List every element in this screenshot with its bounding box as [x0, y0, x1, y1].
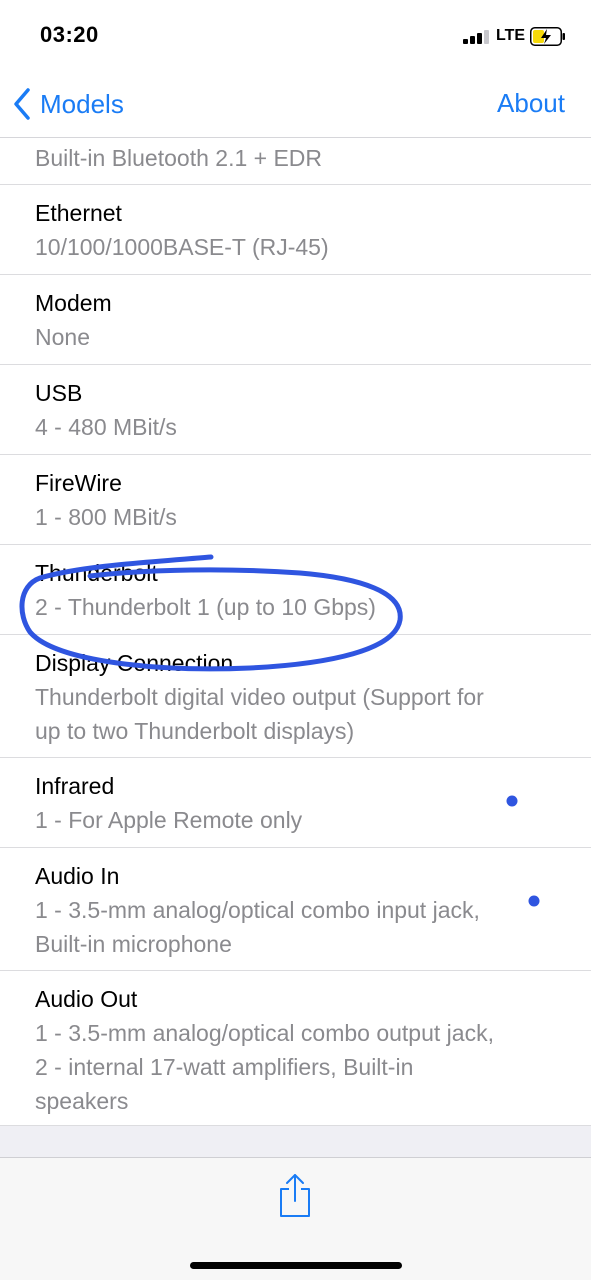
list-item-bluetooth: Built-in Bluetooth 2.1 + EDR — [0, 139, 591, 185]
spec-value: Built-in Bluetooth 2.1 + EDR — [35, 145, 323, 171]
spec-title: Display Connection — [35, 650, 234, 676]
list-item-infrared: Infrared 1 - For Apple Remote only — [0, 758, 591, 848]
list-item-firewire: FireWire 1 - 800 MBit/s — [0, 455, 591, 545]
spec-value-line: 1 - 3.5-mm analog/optical combo output j… — [35, 1020, 494, 1046]
back-button[interactable]: Models — [12, 84, 124, 124]
status-time: 03:20 — [40, 22, 99, 47]
spec-title: Audio Out — [35, 986, 138, 1012]
list-item-thunderbolt: Thunderbolt 2 - Thunderbolt 1 (up to 10 … — [0, 545, 591, 635]
spec-title: USB — [35, 380, 83, 406]
list-item-usb: USB 4 - 480 MBit/s — [0, 365, 591, 455]
status-bar: 03:20 LTE — [0, 0, 591, 74]
list-item-audio-out: Audio Out 1 - 3.5-mm analog/optical comb… — [0, 971, 591, 1128]
back-button-label: Models — [40, 88, 124, 119]
list-item-display-connection: Display Connection Thunderbolt digital v… — [0, 635, 591, 758]
spec-title: FireWire — [35, 470, 122, 496]
spec-value: 10/100/1000BASE-T (RJ-45) — [35, 234, 329, 260]
battery-charging-icon — [530, 27, 565, 46]
spec-value-line: 2 - internal 17-watt amplifiers, Built-i… — [35, 1054, 414, 1080]
signal-strength-icon — [463, 30, 493, 44]
spec-title: Infrared — [35, 773, 115, 799]
spec-list: Built-in Bluetooth 2.1 + EDR Ethernet 10… — [0, 139, 591, 1128]
spec-value: 4 - 480 MBit/s — [35, 414, 177, 440]
spec-title: Thunderbolt — [35, 560, 158, 586]
list-item-modem: Modem None — [0, 275, 591, 365]
bottom-toolbar — [0, 1157, 591, 1280]
spec-value: 2 - Thunderbolt 1 (up to 10 Gbps) — [35, 594, 376, 620]
navigation-bar: Models About — [0, 74, 591, 138]
spec-title: Ethernet — [35, 200, 122, 226]
list-item-audio-in: Audio In 1 - 3.5-mm analog/optical combo… — [0, 848, 591, 971]
spec-value: 1 - 800 MBit/s — [35, 504, 177, 530]
home-indicator — [190, 1262, 402, 1269]
spec-value-line: Built-in microphone — [35, 931, 232, 957]
spec-value-line: speakers — [35, 1088, 129, 1114]
spec-value: None — [35, 324, 90, 350]
about-button[interactable]: About — [497, 88, 565, 119]
chevron-left-icon — [14, 88, 30, 120]
share-icon[interactable] — [278, 1172, 312, 1218]
spec-value-line: 1 - 3.5-mm analog/optical combo input ja… — [35, 897, 480, 923]
spec-value-line: Thunderbolt digital video output (Suppor… — [35, 684, 484, 710]
list-item-ethernet: Ethernet 10/100/1000BASE-T (RJ-45) — [0, 185, 591, 275]
spec-value: 1 - For Apple Remote only — [35, 807, 303, 833]
spec-title: Audio In — [35, 863, 120, 889]
network-type: LTE — [496, 27, 526, 44]
list-footer — [0, 1125, 591, 1157]
spec-value-line: up to two Thunderbolt displays) — [35, 718, 355, 744]
spec-title: Modem — [35, 290, 112, 316]
